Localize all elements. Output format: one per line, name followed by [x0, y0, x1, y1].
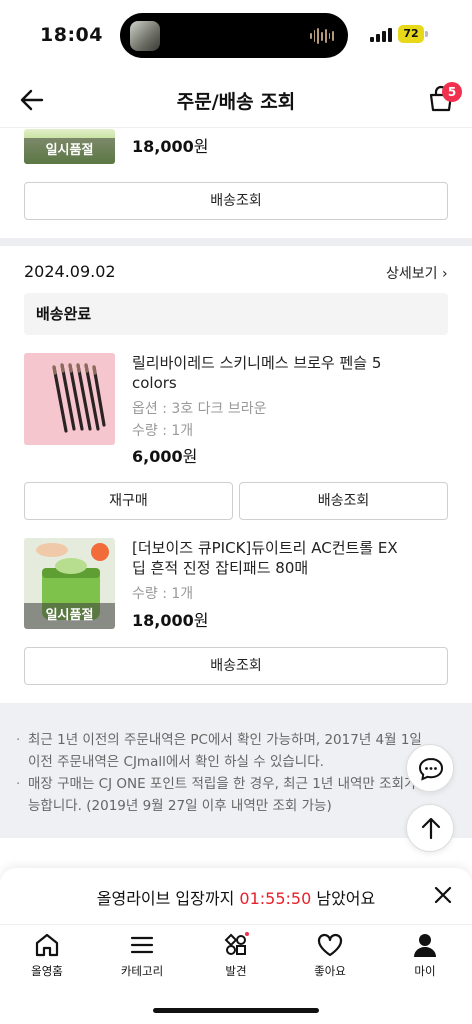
dynamic-island: [120, 13, 348, 58]
chat-button[interactable]: [406, 744, 454, 792]
tab-label: 올영홈: [31, 964, 63, 978]
notice-item: 최근 1년 이전의 주문내역은 PC에서 확인 가능하며, 2017년 4월 1…: [16, 729, 436, 773]
cart-count-badge: 5: [442, 82, 462, 102]
cellular-signal-icon: [370, 28, 392, 42]
order-detail-link[interactable]: 상세보기 ›: [386, 263, 448, 283]
battery-level: 72: [398, 25, 424, 43]
discover-icon: [224, 932, 249, 955]
product-image[interactable]: 일시품절: [24, 538, 115, 629]
track-delivery-button[interactable]: 배송조회: [239, 482, 448, 520]
product-option: 옵션 : 3호 다크 브라운: [132, 401, 267, 417]
live-countdown-banner[interactable]: 올영라이브 입장까지 01:55:50 남았어요: [0, 868, 472, 924]
delivery-status: 배송완료: [24, 293, 448, 335]
tab-discover[interactable]: 발견: [196, 931, 276, 979]
arrow-up-icon: [421, 817, 441, 840]
track-delivery-button[interactable]: 배송조회: [24, 182, 448, 220]
product-name[interactable]: 릴리바이레드 스키니메스 브로우 펜슬 5 colors: [132, 353, 412, 393]
tab-my[interactable]: 마이: [385, 931, 465, 979]
product-price: 18,000원: [132, 611, 209, 630]
product-quantity: 수량 : 1개: [132, 586, 194, 602]
tab-category[interactable]: 카테고리: [102, 931, 182, 979]
battery-icon: 72: [398, 25, 428, 43]
chat-bubble-icon: [418, 757, 444, 781]
repurchase-button[interactable]: 재구매: [24, 482, 233, 520]
status-time: 18:04: [40, 24, 103, 46]
scroll-to-top-button[interactable]: [406, 804, 454, 852]
home-icon: [35, 933, 59, 957]
home-indicator: [153, 1008, 319, 1013]
page-header: 주문/배송 조회 5: [0, 70, 472, 128]
tab-label: 카테고리: [120, 964, 164, 978]
section-divider: [0, 238, 472, 246]
countdown-timer: 01:55:50: [239, 889, 312, 908]
product-price: 18,000원: [132, 137, 209, 156]
close-icon[interactable]: [432, 884, 454, 906]
track-delivery-button[interactable]: 배송조회: [24, 647, 448, 685]
audio-wave-icon: [310, 27, 335, 45]
product-price: 6,000원: [132, 447, 198, 466]
tab-label: 발견: [225, 964, 247, 978]
menu-icon: [130, 936, 154, 954]
tab-likes[interactable]: 좋아요: [290, 931, 370, 979]
tab-label: 좋아요: [314, 964, 346, 978]
sold-out-label: 일시품절: [24, 138, 115, 164]
order-date: 2024.09.02: [24, 262, 116, 281]
tab-home[interactable]: 올영홈: [7, 931, 87, 979]
now-playing-thumbnail: [130, 21, 160, 51]
brow-pencil-image: [24, 353, 115, 445]
notice-item: 매장 구매는 CJ ONE 포인트 적립을 한 경우, 최근 1년 내역만 조회…: [16, 773, 436, 817]
order-history-notice: 최근 1년 이전의 주문내역은 PC에서 확인 가능하며, 2017년 4월 1…: [0, 703, 472, 838]
product-name[interactable]: [더보이즈 큐PICK]듀이트리 AC컨트롤 EX 딥 흔적 진정 잡티패드 8…: [132, 538, 412, 578]
heart-icon: [317, 933, 343, 957]
status-bar: 18:04 72: [0, 0, 472, 70]
person-icon: [414, 934, 436, 957]
page-title: 주문/배송 조회: [176, 91, 296, 113]
product-image[interactable]: [24, 353, 115, 445]
live-countdown-text: 올영라이브 입장까지 01:55:50 남았어요: [96, 889, 376, 908]
product-image[interactable]: 일시품절: [24, 129, 115, 164]
tab-label: 마이: [414, 964, 436, 978]
sold-out-label: 일시품절: [24, 603, 115, 629]
product-quantity: 수량 : 1개: [132, 423, 194, 439]
